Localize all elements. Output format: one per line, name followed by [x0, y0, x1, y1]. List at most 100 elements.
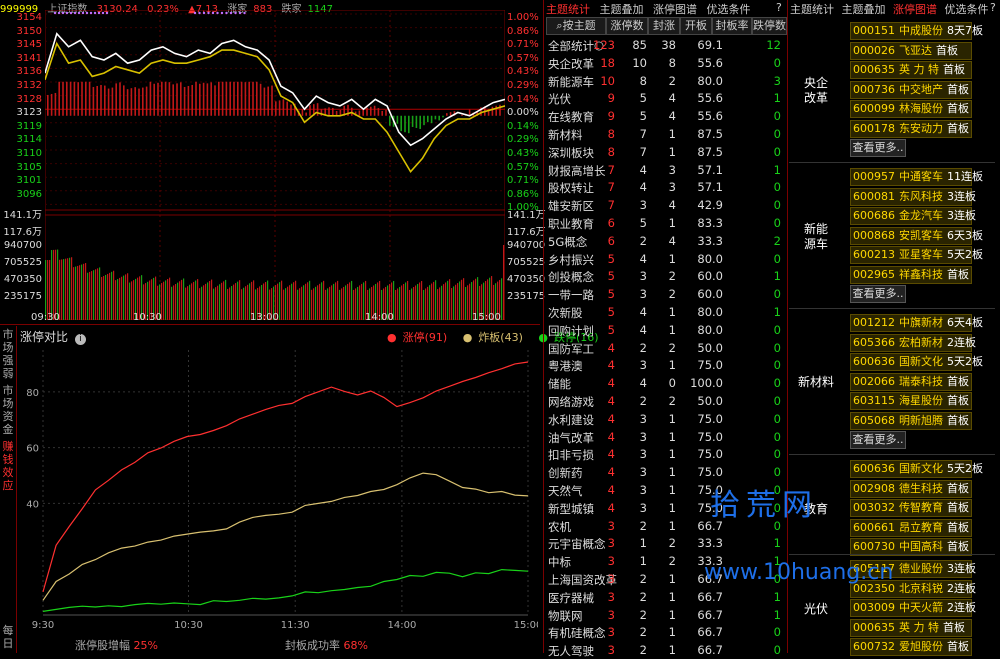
- board-count: 2连板: [947, 581, 976, 595]
- table-row[interactable]: 一带一路 5 3 2 60.0 0: [544, 285, 787, 303]
- stock-tag[interactable]: 603115 海星股份 首板: [850, 392, 972, 410]
- stock-tag[interactable]: 600636 国新文化 5天2板: [850, 460, 983, 478]
- stock-tag[interactable]: 000026 飞亚达 首板: [850, 41, 972, 60]
- stock-tag[interactable]: 600213 亚星客车 5天2板: [850, 246, 983, 264]
- tab-theme-stats[interactable]: 主题统计: [546, 3, 590, 16]
- intraday-chart[interactable]: [45, 10, 505, 320]
- table-row[interactable]: 深圳板块 8 7 1 87.5 0: [544, 143, 787, 161]
- table-row[interactable]: 无人驾驶 3 2 1 66.7 0: [544, 641, 787, 659]
- volume-bar: [65, 258, 67, 320]
- table-row[interactable]: 在线教育 9 5 4 55.6 0: [544, 107, 787, 125]
- header-by-theme[interactable]: ⌕按主题: [546, 17, 606, 35]
- tab-zt-map[interactable]: 涨停图谱: [653, 3, 697, 16]
- header-kb[interactable]: 开板: [680, 17, 712, 35]
- stock-tag[interactable]: 600081 东风科技 3连板: [850, 187, 976, 206]
- table-row[interactable]: 职业教育 6 5 1 83.3 0: [544, 214, 787, 232]
- side-tab-market-funds[interactable]: 市场资金: [1, 384, 15, 436]
- stock-tag[interactable]: 001212 中旗新材 6天4板: [850, 314, 983, 332]
- stock-tag[interactable]: 000957 中通客车 11连板: [850, 168, 983, 186]
- table-row[interactable]: 国防军工 4 2 2 50.0 0: [544, 339, 787, 357]
- header-dt-count[interactable]: 跌停数: [752, 17, 787, 35]
- stock-tag[interactable]: 600732 爱旭股份 首板: [850, 638, 972, 656]
- table-row[interactable]: 粤港澳 4 3 1 75.0 0: [544, 356, 787, 374]
- help-icon[interactable]: ?: [776, 1, 782, 14]
- tab-conditions[interactable]: 优选条件: [945, 3, 989, 16]
- help-icon[interactable]: ?: [990, 1, 996, 14]
- tab-conditions[interactable]: 优选条件: [707, 3, 751, 16]
- table-row[interactable]: 财报高增长 7 4 3 57.1 1: [544, 161, 787, 179]
- stock-tag[interactable]: 002908 德生科技 首板: [850, 479, 972, 498]
- zt-count: 3: [607, 536, 615, 551]
- board-count: 首板: [943, 63, 965, 76]
- header-fz[interactable]: 封涨: [648, 17, 680, 35]
- table-row[interactable]: 股权转让 7 4 3 57.1 0: [544, 178, 787, 196]
- limit-up-compare-chart[interactable]: 40 60 80 9:30 10:30 11:30 14:00 15:00: [18, 340, 538, 630]
- stock-tag[interactable]: 002066 瑞泰科技 首板: [850, 372, 972, 391]
- table-row[interactable]: 储能 4 4 0 100.0 0: [544, 374, 787, 392]
- kb-count: 1: [668, 625, 676, 640]
- tab-theme-overlay[interactable]: 主题叠加: [600, 3, 644, 16]
- table-row[interactable]: 乡村振兴 5 4 1 80.0 0: [544, 250, 787, 268]
- table-row[interactable]: 央企改革 18 10 8 55.6 0: [544, 54, 787, 72]
- theme-name: 回购计划: [548, 323, 594, 338]
- stock-tag[interactable]: 600686 金龙汽车 3连板: [850, 207, 976, 225]
- fb-rate: 80.0: [697, 322, 723, 337]
- table-row[interactable]: 全部统计 ○ 123 85 38 69.1 12: [544, 36, 787, 54]
- breadth-bar: [271, 85, 273, 116]
- stock-tag[interactable]: 600099 林海股份 首板: [850, 100, 972, 118]
- stock-tag[interactable]: 003009 中天火箭 2连板: [850, 599, 976, 617]
- signal-dot: [207, 11, 210, 15]
- table-row[interactable]: 油气改革 4 3 1 75.0 0: [544, 428, 787, 446]
- tab-zt-map[interactable]: 涨停图谱: [893, 3, 937, 16]
- zt-count: 3: [607, 571, 615, 586]
- table-row[interactable]: 光伏 9 5 4 55.6 1: [544, 89, 787, 107]
- stock-tag[interactable]: 600636 国新文化 5天2板: [850, 353, 983, 371]
- breadth-bar: [461, 114, 463, 116]
- side-tab-market-strength[interactable]: 市场强弱: [1, 328, 15, 380]
- series-line: [42, 361, 529, 593]
- table-row[interactable]: 回购计划 5 4 1 80.0 0: [544, 321, 787, 339]
- breadth-bar: [214, 85, 216, 116]
- stock-tag[interactable]: 000736 中交地产 首板: [850, 80, 972, 99]
- time-tick: 15:00: [472, 312, 501, 323]
- side-tab-profit-effect[interactable]: 赚钱效应: [1, 440, 15, 492]
- table-row[interactable]: 次新股 5 4 1 80.0 1: [544, 303, 787, 321]
- view-more-button[interactable]: 查看更多..: [850, 139, 906, 157]
- board-count: 首板: [947, 413, 969, 427]
- tab-theme-overlay[interactable]: 主题叠加: [842, 3, 886, 16]
- view-more-button[interactable]: 查看更多..: [850, 431, 906, 449]
- table-row[interactable]: 创新药 4 3 1 75.0 0: [544, 463, 787, 481]
- table-row[interactable]: 扣非亏损 4 3 1 75.0 0: [544, 445, 787, 463]
- stock-tag[interactable]: 000151 中成股份 8天7板: [850, 22, 983, 40]
- header-fb-rate[interactable]: 封板率: [712, 17, 752, 35]
- side-tab-daily[interactable]: 每日: [1, 624, 15, 650]
- table-row[interactable]: 新能源车 10 8 2 80.0 3: [544, 72, 787, 90]
- dt-count: 0: [773, 358, 781, 373]
- table-row[interactable]: 雄安新区 7 3 4 42.9 0: [544, 196, 787, 214]
- table-row[interactable]: 物联网 3 2 1 66.7 1: [544, 606, 787, 624]
- right-axis-label: 0.86%: [507, 25, 539, 37]
- table-row[interactable]: 医疗器械 3 2 1 66.7 1: [544, 588, 787, 606]
- stock-tag[interactable]: 000635 英 力 特首板: [850, 618, 972, 637]
- left-axis-label: 3136: [16, 66, 42, 78]
- table-row[interactable]: 元宇宙概念 3 1 2 33.3 1: [544, 534, 787, 552]
- stock-tag[interactable]: 000635 英 力 特首板: [850, 61, 972, 79]
- table-row[interactable]: 5G概念 6 2 4 33.3 2: [544, 232, 787, 250]
- view-more-button[interactable]: 查看更多..: [850, 285, 906, 303]
- header-zt-count[interactable]: 涨停数: [606, 17, 648, 35]
- stock-tag[interactable]: 003032 传智教育 首板: [850, 499, 972, 517]
- stock-tag[interactable]: 605068 明新旭腾 首板: [850, 411, 972, 430]
- x-tick-label: 10:30: [174, 620, 203, 630]
- table-row[interactable]: 网络游戏 4 2 2 50.0 0: [544, 392, 787, 410]
- stock-tag[interactable]: 000868 安凯客车 6天3板: [850, 226, 983, 245]
- table-row[interactable]: 创投概念 5 3 2 60.0 1: [544, 267, 787, 285]
- tab-theme-stats[interactable]: 主题统计: [790, 3, 834, 16]
- stock-tag[interactable]: 600178 东安动力 首板: [850, 119, 972, 138]
- table-row[interactable]: 新材料 8 7 1 87.5 0: [544, 125, 787, 143]
- stock-tag[interactable]: 002965 祥鑫科技 首板: [850, 265, 972, 284]
- table-row[interactable]: 水利建设 4 3 1 75.0 0: [544, 410, 787, 428]
- stock-tag[interactable]: 605366 宏柏新材 2连板: [850, 333, 976, 352]
- time-tick: 14:00: [365, 312, 394, 323]
- table-row[interactable]: 有机硅概念 3 2 1 66.7 0: [544, 623, 787, 641]
- stock-tag[interactable]: 600661 昂立教育 首板: [850, 518, 972, 537]
